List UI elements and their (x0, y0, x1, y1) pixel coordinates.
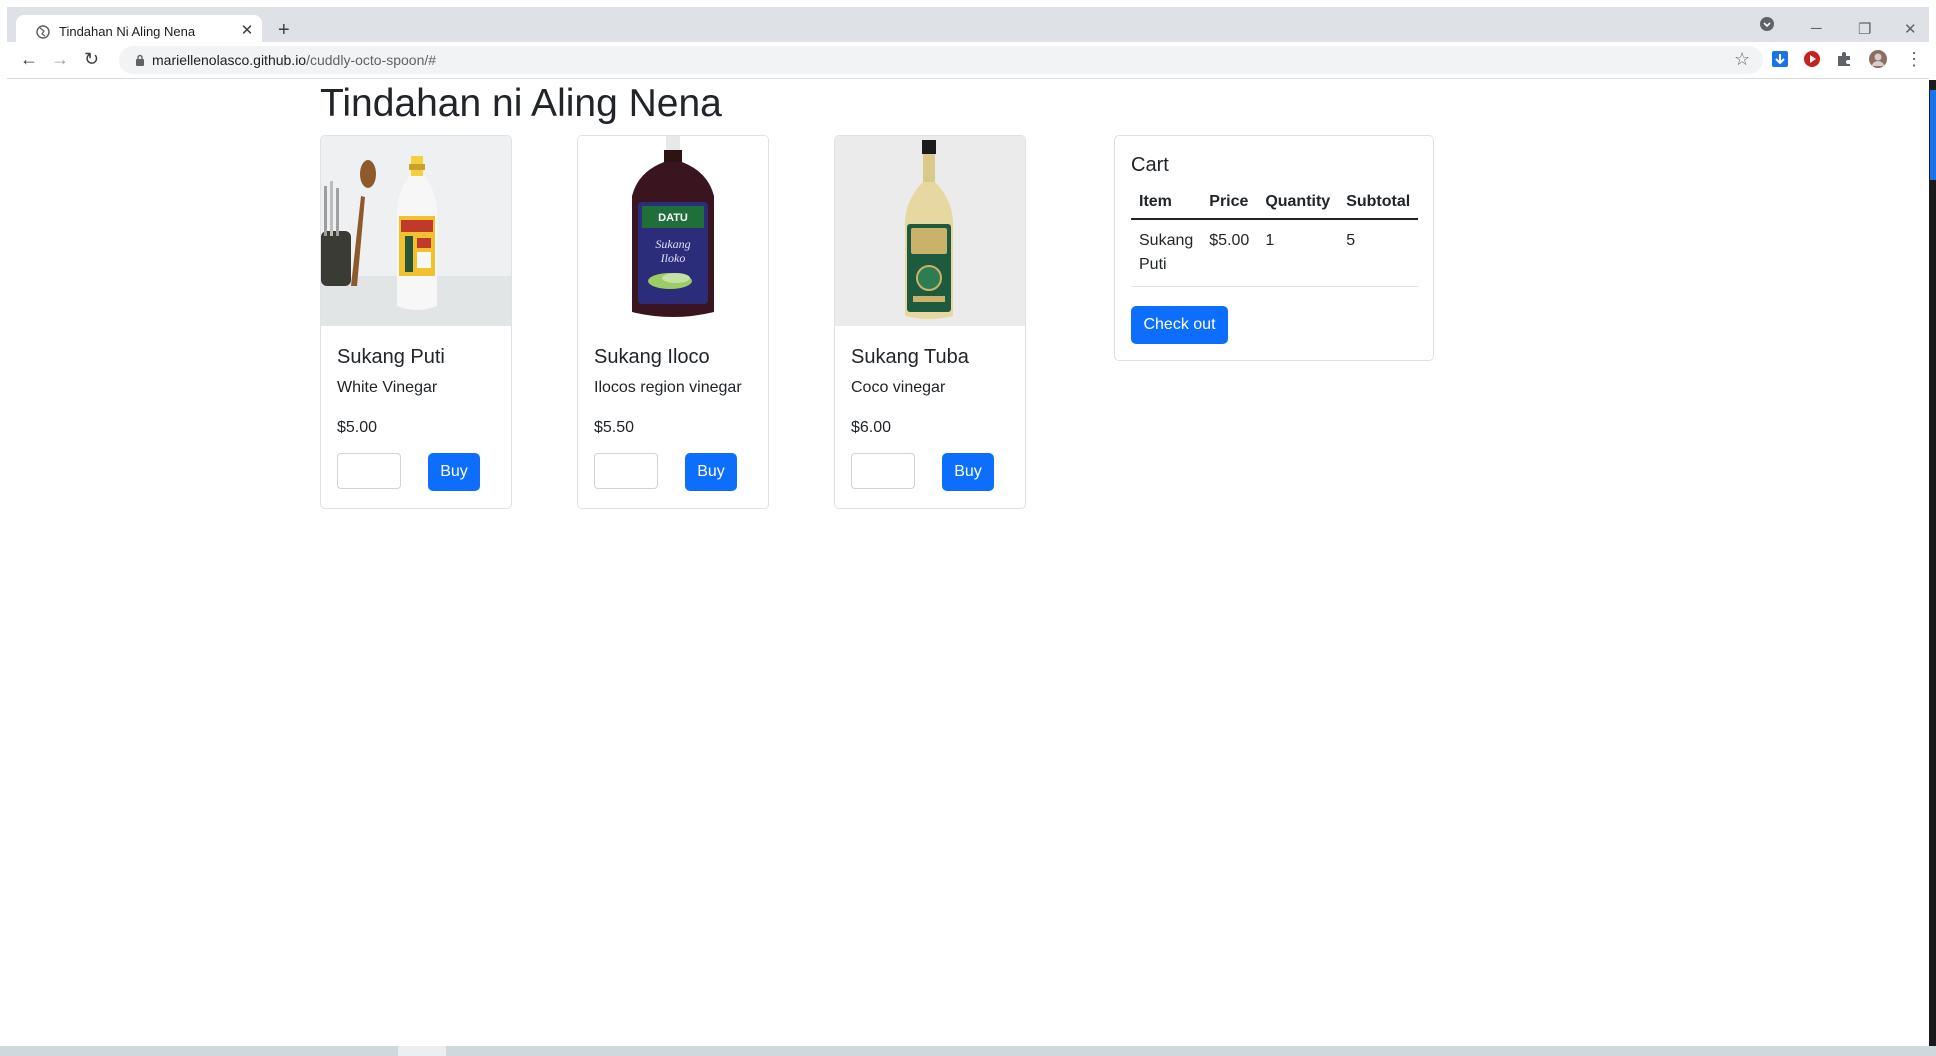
column-header-subtotal: Subtotal (1338, 186, 1419, 220)
white-vinegar-image (321, 136, 511, 326)
restore-icon[interactable]: ❐ (1858, 20, 1871, 38)
horizontal-scrollbar[interactable] (0, 1046, 1936, 1056)
globe-icon (36, 25, 50, 39)
right-edge-accent (1930, 90, 1936, 180)
column-header-quantity: Quantity (1257, 186, 1339, 220)
close-tab-icon[interactable]: ✕ (238, 22, 256, 40)
download-extension-icon[interactable] (1771, 50, 1789, 68)
url-host: mariellenolasco.github.io (152, 52, 307, 68)
profile-avatar-icon[interactable] (1869, 50, 1887, 68)
product-card: DATU Sukang Iloko Sukang Iloco Ilocos re… (577, 135, 769, 509)
close-window-icon[interactable]: ✕ (1904, 20, 1917, 38)
quantity-input[interactable] (594, 453, 658, 489)
svg-text:Iloko: Iloko (660, 251, 686, 265)
buy-button[interactable]: Buy (942, 453, 994, 491)
scrollbar-thumb[interactable] (398, 1046, 446, 1056)
lock-icon (136, 54, 144, 66)
page-content: Tindahan ni Aling Nena Sukang Puti White… (0, 80, 1929, 1046)
url-text: mariellenolasco.github.io/cuddly-octo-sp… (152, 52, 436, 68)
record-extension-icon[interactable] (1803, 50, 1821, 68)
cart-header-row: Item Price Quantity Subtotal (1131, 186, 1419, 220)
coco-vinegar-image (835, 136, 1025, 326)
tab-title: Tindahan Ni Aling Nena (59, 24, 196, 39)
cart-title: Cart (1131, 154, 1169, 176)
product-description: Ilocos region vinegar (594, 379, 742, 396)
right-edge-strip (1929, 80, 1936, 1056)
cart-item-price: $5.00 (1201, 219, 1258, 287)
cart-table: Item Price Quantity Subtotal Sukang Puti… (1131, 186, 1419, 287)
minimize-icon[interactable]: ─ (1811, 20, 1822, 37)
page-title: Tindahan ni Aling Nena (320, 82, 722, 125)
product-name: Sukang Puti (337, 346, 445, 368)
quantity-input[interactable] (337, 453, 401, 489)
tab-search-icon[interactable] (1759, 16, 1775, 32)
product-card: Sukang Tuba Coco vinegar $6.00 Buy (834, 135, 1026, 509)
product-name: Sukang Tuba (851, 346, 969, 368)
cart-item-quantity: 1 (1257, 219, 1339, 287)
browser-chrome: Tindahan Ni Aling Nena ✕ + ─ ❐ ✕ ← → ↻ m… (0, 0, 1936, 80)
bookmark-star-icon[interactable]: ☆ (1734, 49, 1750, 70)
svg-text:DATU: DATU (658, 212, 688, 224)
product-description: Coco vinegar (851, 379, 946, 396)
svg-text:Sukang: Sukang (655, 237, 690, 251)
browser-menu-icon[interactable]: ⋮ (1905, 49, 1923, 69)
forward-icon[interactable]: → (51, 49, 69, 69)
table-row: Sukang Puti $5.00 1 5 (1131, 219, 1419, 287)
cart-item-subtotal: 5 (1338, 219, 1419, 287)
new-tab-icon[interactable]: + (278, 20, 290, 40)
browser-toolbar: ← → ↻ mariellenolasco.github.io/cuddly-o… (7, 42, 1929, 79)
product-price: $6.00 (851, 419, 892, 436)
checkout-button[interactable]: Check out (1131, 306, 1228, 344)
column-header-item: Item (1131, 186, 1202, 220)
buy-button[interactable]: Buy (685, 453, 737, 491)
cart-item-name: Sukang Puti (1131, 219, 1202, 287)
reload-icon[interactable]: ↻ (84, 49, 99, 69)
cart-panel: Cart Item Price Quantity Subtotal Sukang… (1114, 135, 1434, 361)
product-name: Sukang Iloco (594, 346, 710, 368)
product-price: $5.50 (594, 419, 635, 436)
iloco-vinegar-image: DATU Sukang Iloko (578, 136, 768, 326)
back-icon[interactable]: ← (20, 49, 38, 69)
product-card: Sukang Puti White Vinegar $5.00 Buy (320, 135, 512, 509)
url-path: /cuddly-octo-spoon/# (306, 52, 437, 68)
column-header-price: Price (1201, 186, 1258, 220)
address-bar[interactable]: mariellenolasco.github.io/cuddly-octo-sp… (119, 46, 1763, 74)
buy-button[interactable]: Buy (428, 453, 480, 491)
tab-strip: Tindahan Ni Aling Nena ✕ + ─ ❐ ✕ (7, 7, 1929, 49)
extensions-puzzle-icon[interactable] (1835, 50, 1853, 68)
product-description: White Vinegar (337, 379, 438, 396)
product-price: $5.00 (337, 419, 378, 436)
quantity-input[interactable] (851, 453, 915, 489)
right-edge (1929, 80, 1936, 1056)
